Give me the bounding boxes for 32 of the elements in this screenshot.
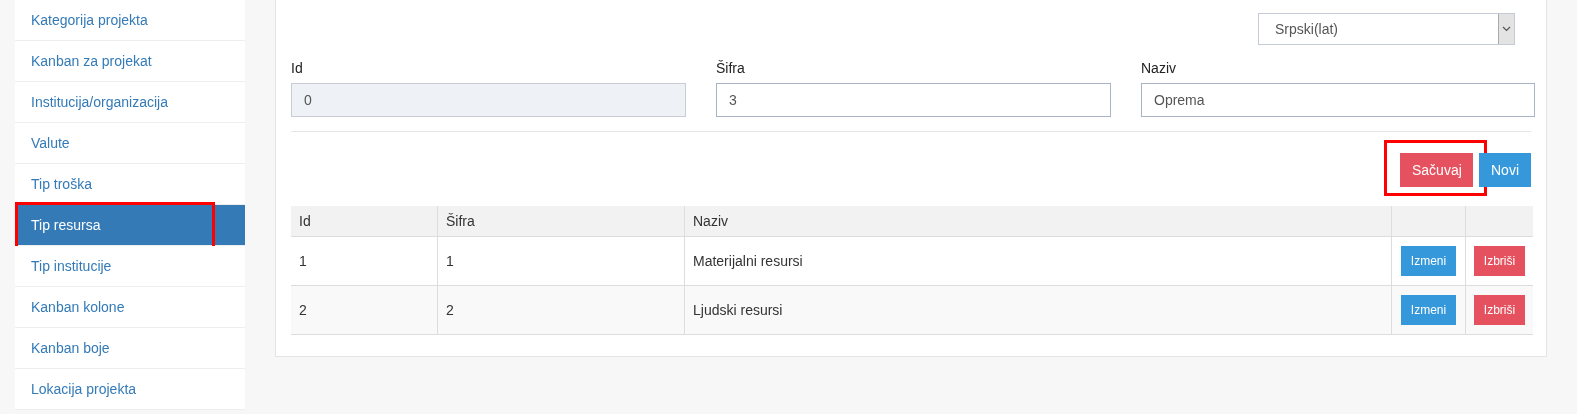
table-cell: 2 [446,302,454,318]
sidebar-item[interactable]: Valute [15,123,245,164]
delete-button[interactable]: Izbriši [1473,246,1526,276]
sidebar-item[interactable]: Kanban boje [15,328,245,369]
column-header: Naziv [693,213,728,229]
sidebar-item[interactable]: Institucija/organizacija [15,82,245,123]
new-button[interactable]: Novi [1479,153,1531,187]
sidebar-item[interactable]: Tip resursa [15,205,245,246]
sidebar-item[interactable]: Tip institucije [15,246,245,287]
field-label: Naziv [1141,60,1176,76]
table-cell: 1 [299,253,307,269]
field-label: Id [291,60,303,76]
field-label: Šifra [716,60,745,76]
language-select[interactable]: Srpski(lat) [1258,13,1515,45]
sidebar-item[interactable]: Kanban kolone [15,287,245,328]
column-header: Šifra [446,213,475,229]
save-button[interactable]: Sačuvaj [1400,153,1473,187]
table-cell: 1 [446,253,454,269]
delete-button[interactable]: Izbriši [1473,295,1526,325]
input-field[interactable]: Oprema [1141,83,1535,117]
sidebar-item[interactable]: Kanban za projekat [15,41,245,82]
caret-icon [1498,14,1514,44]
column-header: Id [299,213,311,229]
sidebar-item[interactable]: Tip troška [15,164,245,205]
sidebar-item[interactable]: Lokacija projekta [15,369,245,410]
sidebar-item[interactable]: Kategorija projekta [15,0,245,41]
table-cell: 2 [299,302,307,318]
edit-button[interactable]: Izmeni [1400,246,1457,276]
table-cell: Ljudski resursi [693,302,783,318]
table-cell: Materijalni resursi [693,253,803,269]
input-field[interactable]: 3 [716,83,1111,117]
edit-button[interactable]: Izmeni [1400,295,1457,325]
